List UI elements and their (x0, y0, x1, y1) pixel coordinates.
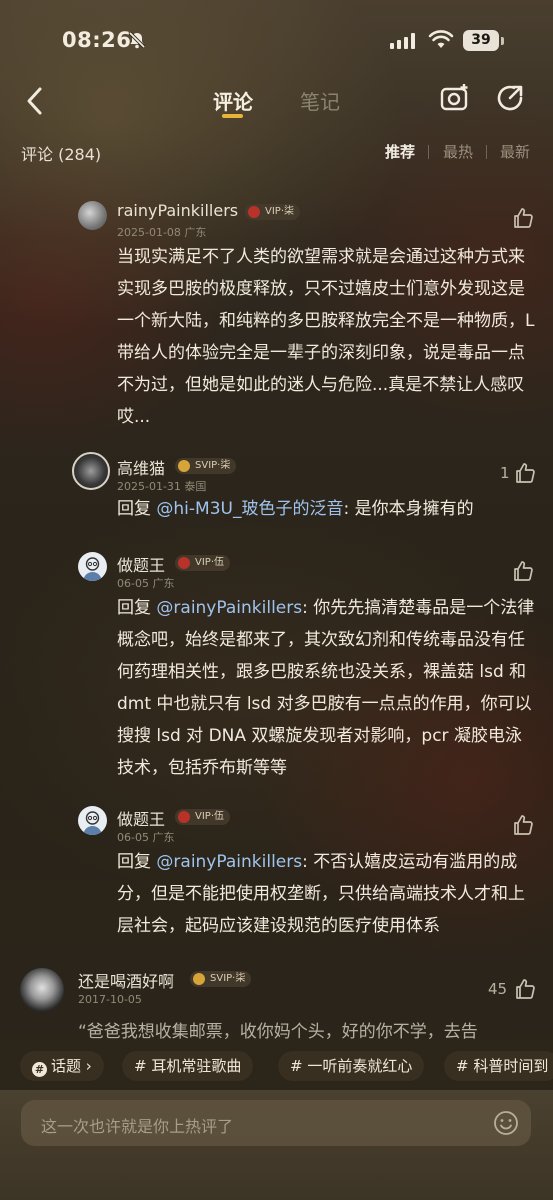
svip-badge-icon (193, 973, 205, 985)
sort-hottest[interactable]: 最热 (443, 141, 473, 162)
mention-link[interactable]: @rainyPainkillers (156, 598, 302, 618)
emoji-icon[interactable] (493, 1110, 519, 1140)
comment-meta: 2025-01-08 广东 (117, 226, 207, 239)
username[interactable]: 做题王 (117, 552, 165, 576)
vip-badge: VIP·伍 (175, 809, 230, 825)
svip-badge: SVIP·柒 (175, 458, 237, 474)
status-time: 08:26 (62, 28, 132, 52)
topic-chip[interactable]: # 耳机常驻歌曲 (122, 1051, 254, 1081)
camera-icon[interactable] (439, 82, 471, 118)
like-count: 45 (488, 980, 508, 998)
username[interactable]: rainyPainkillers (117, 201, 238, 220)
avatar[interactable] (20, 968, 64, 1012)
comment-item: 还是喝酒好啊 SVIP·柒 2017-10-05 45 “爸爸我想收集邮票，收你… (0, 968, 553, 1043)
vip-badge: VIP·伍 (175, 555, 230, 571)
tab-comments[interactable]: 评论 (213, 86, 253, 115)
sort-recommended[interactable]: 推荐 (385, 141, 415, 162)
comment-count: 评论 (284) (21, 145, 102, 164)
vip-badge: VIP·柒 (245, 204, 300, 220)
wifi-icon (428, 30, 454, 54)
vip-badge-icon (178, 557, 190, 569)
topic-chip[interactable]: # 一听前奏就红心 (278, 1051, 425, 1081)
top-nav-bar: 评论 笔记 (0, 78, 553, 124)
comment-input[interactable]: 这一次也许就是你上热评了 (21, 1100, 531, 1146)
sort-divider (428, 145, 429, 159)
thumbs-up-icon[interactable] (512, 207, 534, 233)
comment-text: 当现实满足不了人类的欲望需求就是会通过这种方式来实现多巴胺的极度释放，只不过嬉皮… (117, 247, 535, 427)
vip-badge-icon (178, 811, 190, 823)
comment-text: 回复 @hi-M3U_玻色子的泛音: 是你本身擁有的 (117, 499, 474, 519)
comment-text: 回复 @rainyPainkillers: 不否认嬉皮运动有滥用的成分，但是不能… (117, 852, 525, 936)
cellular-signal-icon (390, 33, 416, 49)
mention-link[interactable]: @rainyPainkillers (156, 852, 302, 872)
comment-text: 回复 @rainyPainkillers: 你先先搞清楚毒品是一个法律概念吧，始… (117, 598, 535, 778)
avatar[interactable] (72, 452, 110, 490)
thumbs-up-icon[interactable] (512, 814, 534, 840)
svip-badge: SVIP·柒 (190, 971, 252, 987)
battery-indicator: 39 (463, 30, 499, 51)
username[interactable]: 还是喝酒好啊 (78, 968, 174, 992)
thumbs-up-icon[interactable] (512, 560, 534, 586)
active-tab-indicator (222, 114, 243, 118)
tab-notes[interactable]: 笔记 (300, 86, 340, 115)
username[interactable]: 做题王 (117, 806, 165, 830)
battery-tip (501, 37, 504, 45)
comments-header: 评论 (284) 推荐 最热 最新 (0, 136, 553, 168)
back-arrow-icon[interactable] (24, 84, 46, 122)
comment-input-area: 这一次也许就是你上热评了 (0, 1090, 553, 1200)
like-count: 1 (500, 464, 510, 482)
comment-input-placeholder: 这一次也许就是你上热评了 (41, 1117, 234, 1136)
topic-chip[interactable]: # 科普时间到 (444, 1051, 553, 1081)
svip-badge-icon (178, 460, 190, 472)
hashtag-icon: # (32, 1062, 47, 1077)
thumbs-up-icon[interactable] (514, 462, 536, 488)
comment-meta: 06-05 广东 (117, 831, 175, 844)
chevron-right-icon: › (85, 1057, 92, 1075)
avatar[interactable] (78, 552, 107, 581)
sort-newest[interactable]: 最新 (500, 141, 530, 162)
topic-bar: # 话题 › # 耳机常驻歌曲 # 一听前奏就红心 # 科普时间到 (0, 1047, 553, 1087)
topic-chip-topics[interactable]: # 话题 › (20, 1051, 104, 1081)
status-bar: 08:26 39 (0, 0, 553, 80)
mention-link[interactable]: @hi-M3U_玻色子的泛音 (156, 499, 343, 519)
comment-meta: 2025-01-31 泰国 (117, 480, 207, 493)
vip-badge-icon (248, 206, 260, 218)
avatar[interactable] (78, 201, 107, 230)
avatar[interactable] (78, 806, 107, 835)
comment-meta: 06-05 广东 (117, 577, 175, 590)
share-icon[interactable] (494, 82, 526, 118)
username[interactable]: 高维猫 (117, 455, 165, 479)
comment-meta: 2017-10-05 (78, 993, 142, 1006)
sort-divider (486, 145, 487, 159)
thumbs-up-icon[interactable] (514, 978, 536, 1004)
muted-bell-icon (127, 30, 147, 54)
comment-text: “爸爸我想收集邮票，收你妈个头，好的你不学，去告 (78, 1022, 478, 1042)
